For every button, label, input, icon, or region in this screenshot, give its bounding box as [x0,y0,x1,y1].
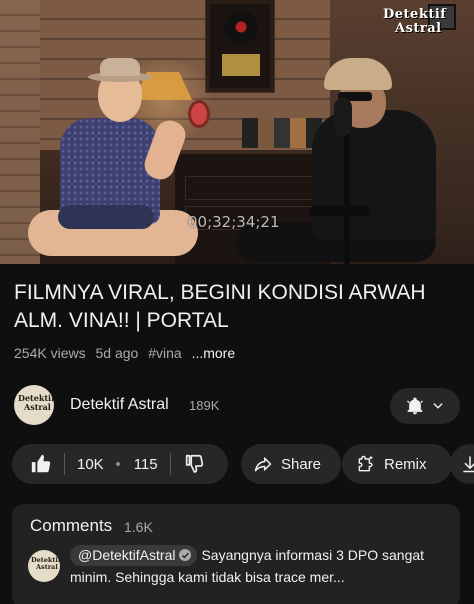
view-count: 254K views [14,345,86,361]
remix-button[interactable]: Remix [342,444,452,484]
mic-arm [310,206,370,216]
bell-icon [407,397,423,415]
more-link[interactable]: ...more [192,345,236,361]
guest-hoodie [312,110,436,240]
video-timecode: 00;32;34;21 [188,213,280,231]
avatar-text-2: Astral [24,402,51,412]
channel-name[interactable]: Detektif Astral [70,396,169,414]
video-meta[interactable]: 254K views 5d ago #vina ...more [14,345,235,361]
subscriber-count: 189K [189,398,220,413]
channel-avatar[interactable]: Detektif Astral [14,385,54,425]
like-count: 10K [77,455,104,473]
shelf-items [242,118,322,148]
watermark-line-1: Detektif [383,7,447,22]
chevron-down-icon [433,403,443,409]
like-dislike-group: 10K 115 [12,444,228,484]
remix-label: Remix [384,455,427,473]
comments-count: 1.6K [124,519,153,535]
divider [64,453,65,475]
microphone [334,98,352,136]
video-player[interactable]: Detektif Astral 00;32;34;21 [0,0,474,264]
comment-author-badge: @DetektifAstral [70,544,198,566]
watermark-line-2: Astral [395,21,442,36]
share-button[interactable]: Share [241,444,341,484]
host-shorts [58,205,154,229]
commenter-avatar: Detektif Astral [28,550,60,582]
dislike-count: 115 [133,455,158,473]
host-hat-top [100,58,140,76]
mirror [188,100,210,128]
hashtag-link[interactable]: #vina [148,345,181,361]
download-icon [463,456,474,473]
separator-dot [115,462,120,466]
upload-age: 5d ago [95,345,139,361]
thumbs-up-icon [31,454,51,473]
comments-header: Comments [30,516,113,535]
framed-record [206,0,274,92]
remix-icon [358,455,374,472]
comments-panel[interactable]: Comments 1.6K Detektif Astral @DetektifA… [12,504,460,604]
dislike-button[interactable] [171,444,205,484]
verified-check-icon [179,549,192,561]
channel-watermark: Detektif Astral [383,8,459,42]
more-actions-button[interactable] [450,444,474,484]
top-comment: @DetektifAstral Sayangnya informasi 3 DP… [70,544,450,588]
comment-author: @DetektifAstral [78,547,176,563]
channel-row: Detektif Astral Detektif Astral 189K [14,385,460,425]
thumbs-down-icon [185,454,203,473]
share-icon [254,457,272,472]
avatar-text-2: Astral [36,563,58,571]
notification-bell-button[interactable] [390,388,460,424]
video-title[interactable]: FILMNYA VIRAL, BEGINI KONDISI ARWAH ALM.… [14,279,454,335]
action-bar: 10K 115 Share Remix [12,444,474,484]
like-button[interactable]: 10K [12,444,116,484]
share-label: Share [281,455,322,473]
